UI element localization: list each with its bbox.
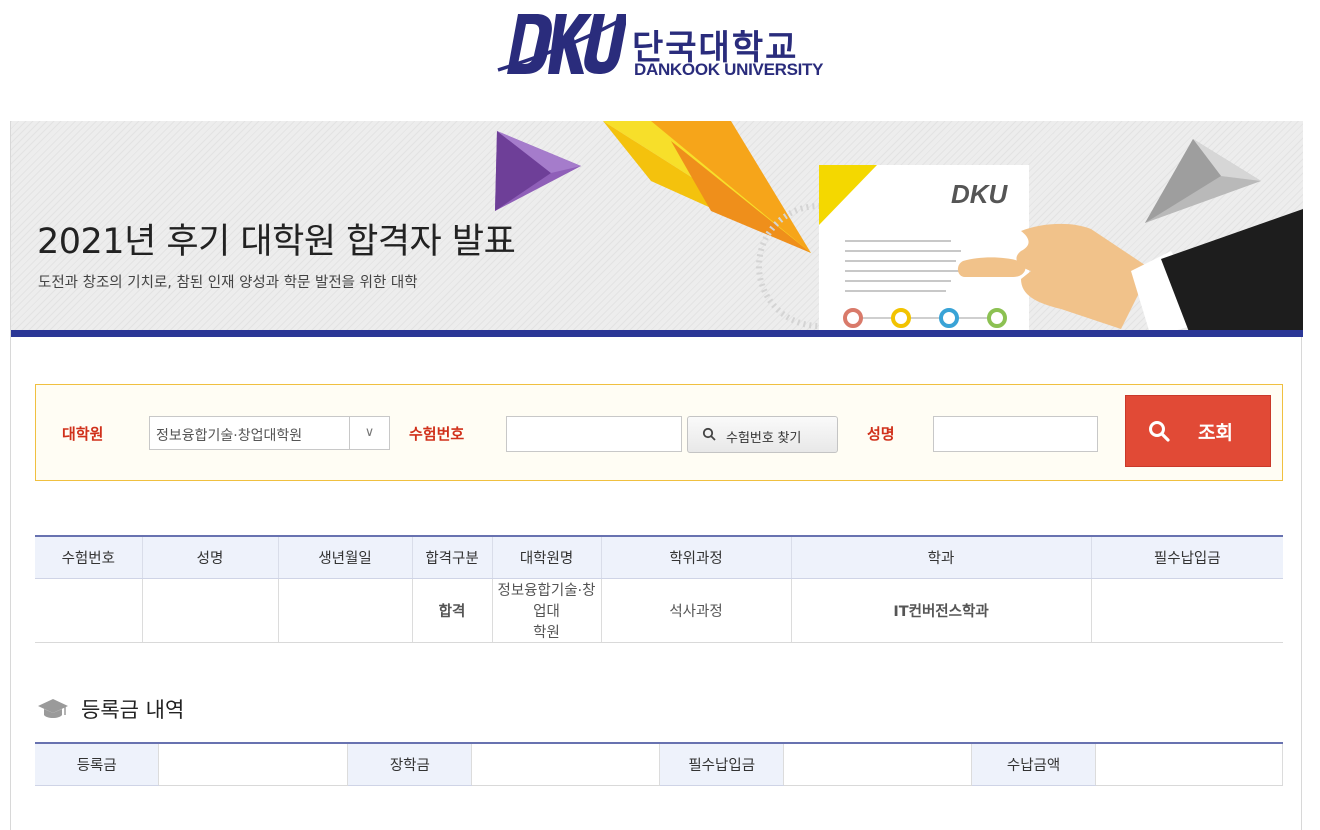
svg-text:DKU: DKU — [951, 179, 1009, 209]
birth-date-cell — [277, 578, 412, 643]
name-cell — [141, 578, 278, 643]
find-exam-number-label: 수험번호 찾기 — [726, 430, 802, 445]
find-exam-number-button[interactable]: 수험번호 찾기 — [687, 416, 838, 453]
banner: DKU 2021년 후기 대학원 합격자 발표 도전과 창조의 기치로, 참된 … — [11, 121, 1303, 337]
submit-search-label: 조회 — [1198, 423, 1233, 444]
column-header: 성명 — [141, 535, 278, 579]
submit-search-button[interactable]: 조회 — [1125, 395, 1271, 467]
graduate-school-selected-value: 정보융합기술·창업대학원 — [156, 428, 303, 444]
school-name-line: 정보융합기술·창업대 — [497, 582, 596, 620]
page-title: 2021년 후기 대학원 합격자 발표 — [37, 222, 516, 262]
tuition-label: 등록금 — [35, 742, 159, 786]
logo-english-text: DANKOOK UNIVERSITY — [634, 60, 824, 79]
column-header: 수험번호 — [35, 535, 142, 579]
dankook-logo[interactable]: 단국대학교 DANKOOK UNIVERSITY — [496, 10, 826, 80]
search-icon — [1148, 420, 1170, 448]
exam-number-cell — [35, 578, 142, 643]
graduation-cap-icon — [38, 699, 68, 718]
required-payment-cell — [1090, 578, 1283, 643]
school-name-line: 학원 — [533, 624, 560, 641]
column-header: 필수납입금 — [1090, 535, 1283, 579]
column-header: 합격구분 — [411, 535, 492, 579]
result-table: 수험번호 성명 생년월일 합격구분 대학원명 학위과정 학과 필수납입금 합격 … — [35, 535, 1283, 643]
school-name-cell: 정보융합기술·창업대학원 — [491, 578, 601, 643]
paid-amount-label: 수납금액 — [971, 742, 1096, 786]
main-panel: DKU 2021년 후기 대학원 합격자 발표 도전과 창조의 기치로, 참된 … — [10, 121, 1303, 830]
graduate-school-select[interactable]: 정보융합기술·창업대학원 ∨ — [149, 416, 390, 450]
department-cell: IT컨버전스학과 — [790, 578, 1091, 643]
name-input[interactable] — [933, 416, 1098, 452]
chevron-down-icon[interactable]: ∨ — [349, 417, 389, 449]
search-icon — [702, 427, 716, 444]
dku-logo-mark-icon — [497, 14, 626, 74]
table-header-row: 수험번호 성명 생년월일 합격구분 대학원명 학위과정 학과 필수납입금 — [35, 535, 1283, 579]
exam-number-label: 수험번호 — [409, 425, 465, 443]
exam-number-input[interactable] — [506, 416, 682, 452]
tuition-value — [158, 742, 349, 786]
table-row: 합격 정보융합기술·창업대학원 석사과정 IT컨버전스학과 — [35, 578, 1283, 643]
column-header: 생년월일 — [277, 535, 412, 579]
column-header: 학위과정 — [600, 535, 791, 579]
required-payment-value — [783, 742, 973, 786]
paid-amount-value — [1095, 742, 1283, 786]
graduate-school-label: 대학원 — [62, 425, 104, 443]
table-row: 등록금 장학금 필수납입금 수납금액 — [35, 742, 1283, 786]
column-header: 학과 — [790, 535, 1091, 579]
column-header: 대학원명 — [491, 535, 601, 579]
tuition-table: 등록금 장학금 필수납입금 수납금액 — [35, 742, 1283, 786]
scholarship-value — [471, 742, 661, 786]
degree-cell: 석사과정 — [600, 578, 791, 643]
tuition-section-title: 등록금 내역 — [81, 698, 185, 722]
pass-status-cell: 합격 — [411, 578, 492, 643]
required-payment-label: 필수납입금 — [659, 742, 784, 786]
search-panel: 대학원 정보융합기술·창업대학원 ∨ 수험번호 수험번호 찾기 성명 조회 — [35, 384, 1283, 481]
page-subtitle: 도전과 창조의 기치로, 참된 인재 양성과 학문 발전을 위한 대학 — [38, 275, 418, 291]
name-label: 성명 — [867, 425, 895, 443]
scholarship-label: 장학금 — [347, 742, 472, 786]
